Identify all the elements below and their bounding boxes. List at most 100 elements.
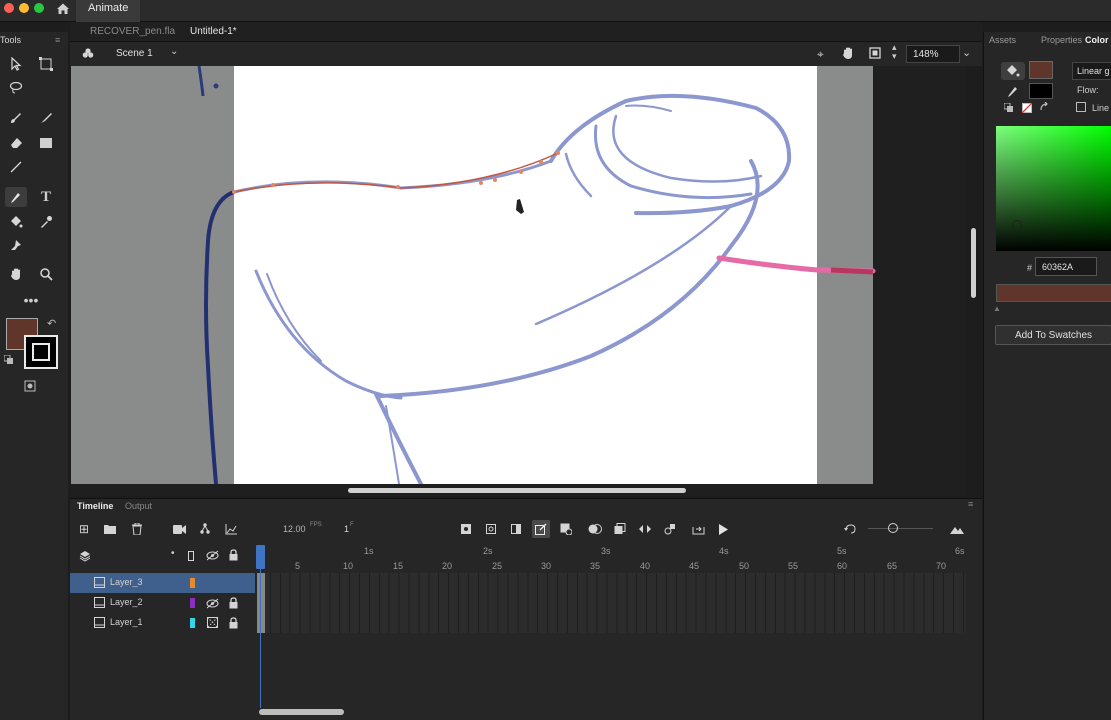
more-tools-icon[interactable]: ••• bbox=[20, 290, 42, 310]
eyedropper-tool-icon[interactable] bbox=[35, 212, 57, 232]
hex-input[interactable]: 60362A bbox=[1035, 257, 1097, 276]
paint-bucket-tool-icon[interactable] bbox=[5, 212, 27, 232]
zoom-stepper-icon[interactable]: ▴ ▾ bbox=[892, 43, 897, 61]
lock-all-layers-icon[interactable] bbox=[228, 549, 239, 561]
frame-value[interactable]: 1 bbox=[344, 524, 349, 534]
fps-value[interactable]: 12.00 bbox=[283, 524, 306, 534]
tab-assets[interactable]: Assets bbox=[989, 35, 1016, 45]
frames-row-layer-2[interactable] bbox=[260, 593, 966, 613]
scene-dropdown-icon[interactable]: ⌄ bbox=[170, 46, 178, 57]
swap-color-icon[interactable] bbox=[1039, 101, 1051, 114]
hide-all-layers-icon[interactable] bbox=[206, 550, 219, 561]
insert-keyframe-icon[interactable] bbox=[457, 520, 475, 538]
timeline-zoom-slider-thumb[interactable] bbox=[888, 523, 898, 533]
pen-tool-icon[interactable] bbox=[5, 187, 27, 207]
timeline-menu-icon[interactable]: ≡ bbox=[968, 499, 973, 509]
color-picker-cursor[interactable] bbox=[1012, 220, 1022, 230]
auto-keyframe-icon[interactable] bbox=[532, 520, 550, 538]
default-colors-icon[interactable] bbox=[3, 354, 14, 365]
stroke-swatch[interactable] bbox=[1029, 83, 1053, 99]
pin-tool-icon[interactable] bbox=[5, 235, 27, 255]
edit-multiple-frames-icon[interactable] bbox=[611, 520, 629, 538]
panel-menu-icon[interactable]: ≡ bbox=[55, 35, 60, 45]
color-picker-field[interactable] bbox=[996, 126, 1111, 251]
fill-bucket-toggle[interactable] bbox=[1001, 62, 1025, 80]
add-to-swatches-button[interactable]: Add To Swatches bbox=[995, 325, 1111, 345]
selection-tool-icon[interactable] bbox=[5, 54, 27, 74]
keyframe-column[interactable] bbox=[257, 573, 265, 633]
new-folder-icon[interactable] bbox=[101, 520, 119, 538]
onion-skin-icon[interactable] bbox=[586, 520, 604, 538]
delete-layer-icon[interactable] bbox=[128, 520, 146, 538]
layer-lock-icon[interactable] bbox=[228, 617, 239, 629]
new-layer-icon[interactable]: ⊞ bbox=[75, 520, 93, 538]
hand-tool-icon[interactable] bbox=[5, 264, 27, 284]
mountains-icon[interactable] bbox=[948, 520, 966, 538]
line-tool-icon[interactable] bbox=[5, 157, 27, 177]
loop-playback-icon[interactable] bbox=[689, 520, 707, 538]
zoom-dropdown-icon[interactable]: ⌄ bbox=[962, 46, 971, 59]
layer-lock-icon[interactable] bbox=[228, 597, 239, 609]
linear-rgb-checkbox[interactable] bbox=[1076, 102, 1086, 112]
layer-row-layer-1[interactable]: Layer_1 bbox=[70, 613, 255, 633]
timeline-horizontal-scrollbar[interactable] bbox=[259, 709, 344, 715]
outline-toggle-icon[interactable] bbox=[188, 551, 194, 561]
free-transform-tool-icon[interactable] bbox=[35, 54, 57, 74]
app-tab[interactable]: Animate bbox=[76, 0, 141, 22]
layer-outline-icon[interactable] bbox=[207, 617, 218, 628]
stage-area[interactable] bbox=[71, 66, 967, 484]
black-white-icon[interactable] bbox=[1003, 102, 1014, 113]
eraser-tool-icon[interactable] bbox=[5, 133, 27, 153]
scene-icon[interactable] bbox=[82, 47, 94, 59]
tab-properties[interactable]: Properties bbox=[1041, 35, 1082, 45]
tab-timeline[interactable]: Timeline bbox=[77, 501, 113, 511]
graph-icon[interactable] bbox=[222, 520, 240, 538]
text-tool-icon[interactable]: T bbox=[35, 187, 57, 207]
no-color-icon[interactable] bbox=[1021, 102, 1033, 114]
frames-row-layer-1[interactable] bbox=[260, 613, 966, 633]
lasso-tool-icon[interactable] bbox=[5, 78, 27, 98]
undo-zoom-icon[interactable] bbox=[841, 520, 859, 538]
minimize-window-button[interactable] bbox=[19, 3, 29, 13]
zoom-field[interactable]: 148% bbox=[906, 45, 960, 63]
rectangle-tool-icon[interactable] bbox=[35, 133, 57, 153]
camera-icon[interactable] bbox=[170, 520, 188, 538]
stage-vertical-scrollbar[interactable] bbox=[971, 228, 976, 298]
tab-output[interactable]: Output bbox=[125, 501, 152, 511]
play-button-icon[interactable] bbox=[714, 520, 732, 538]
close-window-button[interactable] bbox=[4, 3, 14, 13]
gradient-bar[interactable] bbox=[996, 284, 1111, 302]
layer-color-chip[interactable] bbox=[190, 598, 195, 608]
stage-horizontal-scrollbar[interactable] bbox=[348, 488, 686, 493]
doc-tab-untitled[interactable]: Untitled-1* bbox=[190, 26, 237, 37]
paint-brush-tool-icon[interactable] bbox=[5, 108, 27, 128]
rotation-tool-icon[interactable] bbox=[841, 46, 855, 60]
clip-content-icon[interactable] bbox=[869, 47, 881, 59]
doc-tab-recover[interactable]: RECOVER_pen.fla bbox=[90, 26, 175, 37]
center-stage-icon[interactable]: ⌖ bbox=[817, 47, 824, 62]
insert-frame-icon[interactable] bbox=[507, 520, 525, 538]
layer-hidden-icon[interactable] bbox=[206, 598, 219, 609]
home-icon[interactable] bbox=[56, 2, 70, 15]
stroke-pencil-icon[interactable] bbox=[1006, 84, 1020, 98]
tween-icon[interactable] bbox=[636, 520, 654, 538]
brush-tool-icon[interactable] bbox=[35, 108, 57, 128]
layer-name[interactable]: Layer_3 bbox=[110, 577, 143, 587]
layers-icon[interactable] bbox=[79, 550, 91, 562]
tab-color[interactable]: Color bbox=[1085, 35, 1109, 45]
layer-row-layer-3[interactable]: Layer_3 bbox=[70, 573, 255, 593]
fill-swatch[interactable] bbox=[1029, 61, 1053, 79]
scene-name[interactable]: Scene 1 bbox=[116, 48, 153, 59]
layer-color-chip[interactable] bbox=[190, 578, 195, 588]
highlight-dot-icon[interactable]: • bbox=[171, 548, 175, 559]
gradient-stop-icon[interactable]: ▲ bbox=[993, 304, 1001, 313]
color-type-select[interactable]: Linear g bbox=[1072, 62, 1111, 80]
clear-keyframe-icon[interactable] bbox=[557, 520, 575, 538]
layer-name[interactable]: Layer_2 bbox=[110, 597, 143, 607]
snap-to-objects-icon[interactable] bbox=[24, 380, 36, 392]
motion-tween-icon[interactable] bbox=[661, 520, 679, 538]
stroke-color-swatch[interactable] bbox=[24, 335, 58, 369]
layer-name[interactable]: Layer_1 bbox=[110, 617, 143, 627]
insert-blank-keyframe-icon[interactable] bbox=[482, 520, 500, 538]
zoom-window-button[interactable] bbox=[34, 3, 44, 13]
